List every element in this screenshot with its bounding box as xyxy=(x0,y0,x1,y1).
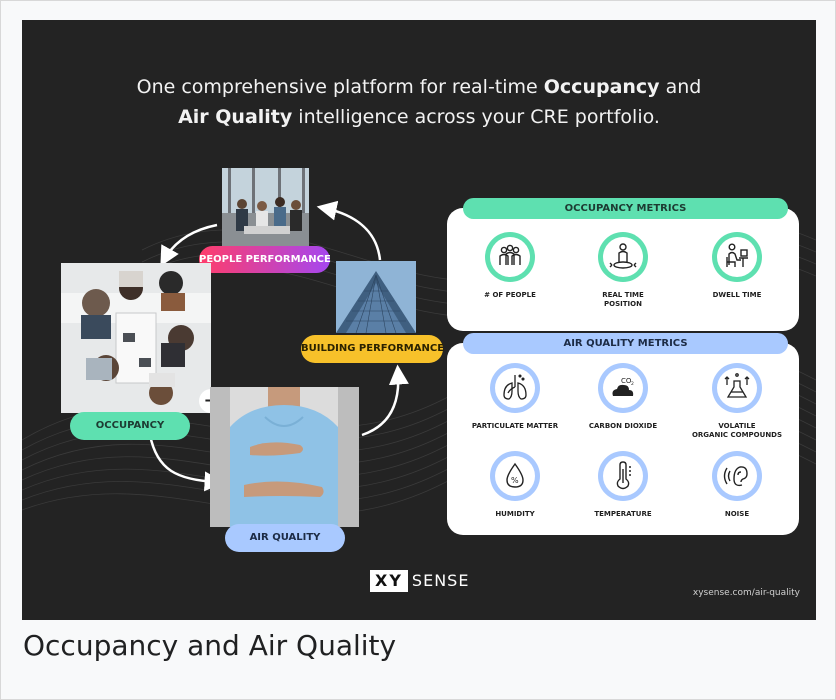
people-group-icon xyxy=(485,232,535,282)
person-breathing-photo xyxy=(210,387,359,527)
metric-real-time-position: REAL TIME POSITION xyxy=(563,232,683,309)
metric-label: NOISE xyxy=(724,510,750,518)
lungs-icon xyxy=(490,363,540,413)
people-meeting-photo xyxy=(222,168,309,248)
svg-text:2: 2 xyxy=(631,381,634,387)
page-frame: One comprehensive platform for real-time… xyxy=(0,0,836,700)
website-url: xysense.com/air-quality xyxy=(692,588,800,598)
building-performance-pill: BUILDING PERFORMANCE xyxy=(301,335,444,363)
metric-humidity: % HUMIDITY xyxy=(455,451,575,519)
metric-carbon-dioxide: CO 2 CARBON DIOXIDE xyxy=(563,363,683,431)
ear-sound-icon xyxy=(712,451,762,501)
metric-dwell-time: DWELL TIME xyxy=(677,232,797,300)
metric-noise: NOISE xyxy=(677,451,797,519)
metric-label: REAL TIME POSITION xyxy=(602,291,644,308)
metric-voc: VOLATILE ORGANIC COMPOUNDS xyxy=(677,363,797,440)
metric-people-count: # OF PEOPLE xyxy=(450,232,570,300)
metric-label: # OF PEOPLE xyxy=(484,291,536,299)
humidity-drop-icon: % xyxy=(490,451,540,501)
image-caption: Occupancy and Air Quality xyxy=(23,629,397,662)
metric-label: CARBON DIOXIDE xyxy=(588,422,658,430)
metric-particulate-matter: PARTICULATE MATTER xyxy=(455,363,575,431)
logo-xy: XY xyxy=(370,570,408,592)
metric-label: HUMIDITY xyxy=(495,510,535,518)
co2-cloud-icon: CO 2 xyxy=(598,363,648,413)
person-at-desk-icon xyxy=(712,232,762,282)
air-quality-metrics-title: AIR QUALITY METRICS xyxy=(463,333,788,354)
arrow-building-to-people xyxy=(316,200,382,261)
logo-sense: SENSE xyxy=(411,571,470,590)
metric-temperature: TEMPERATURE xyxy=(563,451,683,519)
metric-label: TEMPERATURE xyxy=(594,510,652,518)
arrow-occupancy-to-air xyxy=(148,434,225,492)
xysense-logo: XY SENSE xyxy=(370,570,469,592)
infographic: One comprehensive platform for real-time… xyxy=(22,20,816,620)
air-quality-pill: AIR QUALITY xyxy=(225,524,345,552)
voc-flask-icon xyxy=(712,363,762,413)
occupancy-metrics-title: OCCUPANCY METRICS xyxy=(463,198,788,219)
metric-label: DWELL TIME xyxy=(712,291,762,299)
people-performance-pill: PEOPLE PERFORMANCE xyxy=(199,246,331,273)
metric-label: PARTICULATE MATTER xyxy=(471,422,559,430)
occupancy-pill: OCCUPANCY xyxy=(70,412,190,440)
svg-text:%: % xyxy=(511,476,519,485)
building-photo xyxy=(336,261,416,333)
thermometer-icon xyxy=(598,451,648,501)
person-position-icon xyxy=(598,232,648,282)
office-desk-photo xyxy=(61,263,211,413)
arrow-air-to-building xyxy=(361,364,409,437)
metric-label: VOLATILE ORGANIC COMPOUNDS xyxy=(691,422,783,439)
